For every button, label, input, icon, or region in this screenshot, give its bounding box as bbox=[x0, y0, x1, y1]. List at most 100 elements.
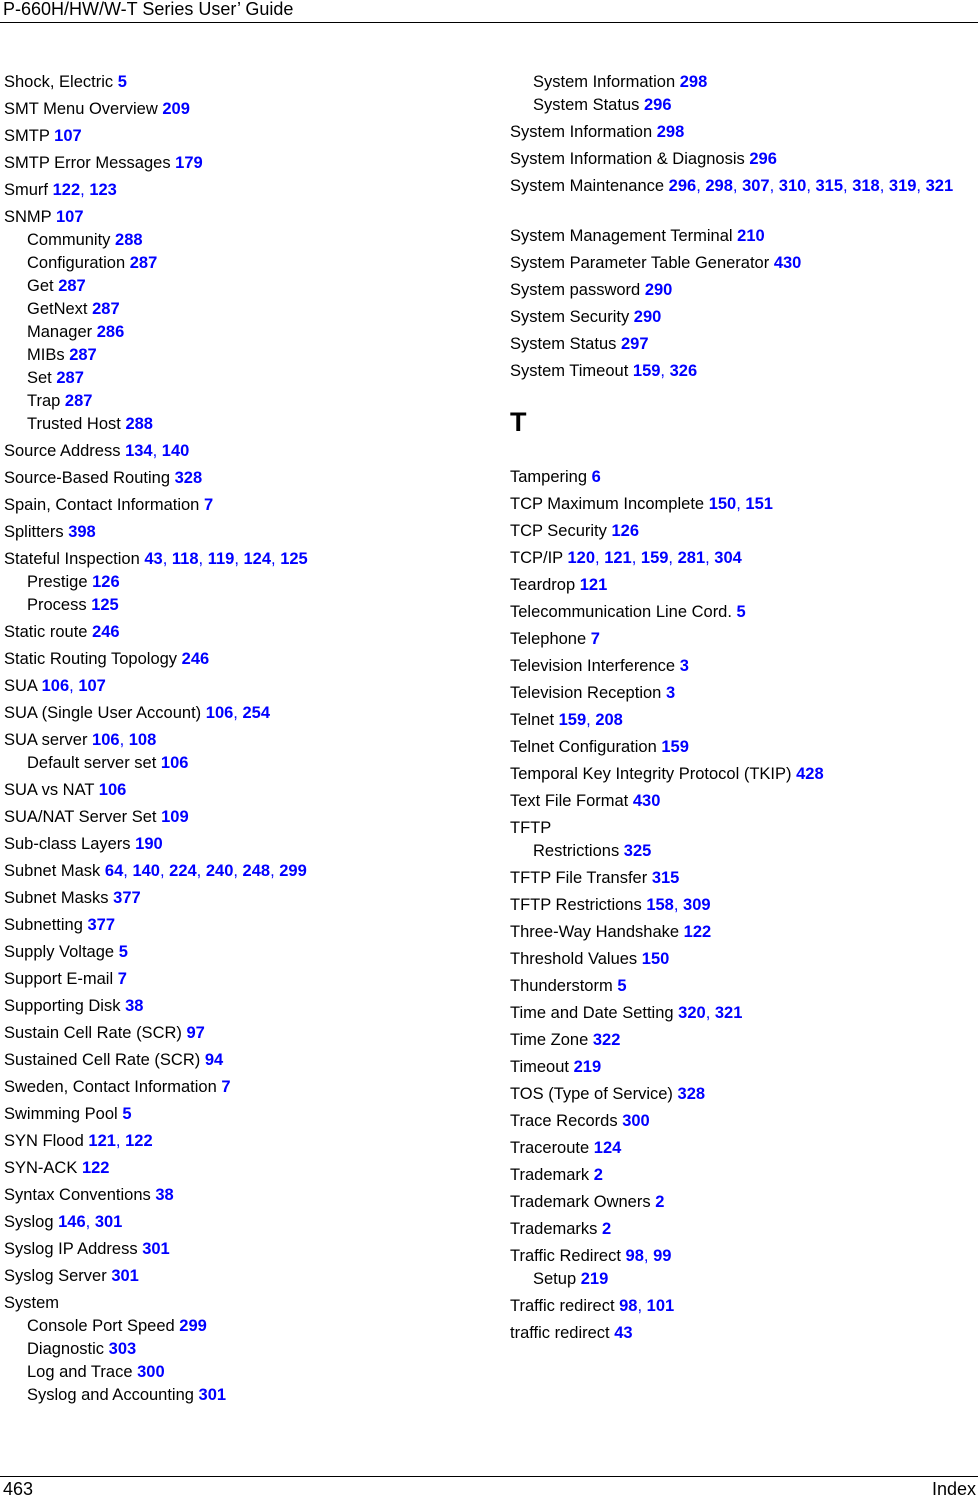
page-link[interactable]: 248 bbox=[243, 862, 271, 880]
page-link[interactable]: 159 bbox=[559, 711, 587, 729]
page-link[interactable]: 101 bbox=[647, 1297, 675, 1315]
page-link[interactable]: 281 bbox=[678, 549, 706, 567]
page-link[interactable]: 5 bbox=[737, 603, 746, 621]
page-link[interactable]: 106 bbox=[161, 754, 189, 772]
page-link[interactable]: 118 bbox=[172, 550, 199, 568]
page-link[interactable]: 179 bbox=[175, 154, 203, 172]
page-link[interactable]: 2 bbox=[594, 1166, 603, 1184]
page-link[interactable]: 122 bbox=[53, 181, 81, 199]
page-link[interactable]: 140 bbox=[132, 862, 160, 880]
page-link[interactable]: 121 bbox=[604, 549, 632, 567]
page-link[interactable]: 124 bbox=[594, 1139, 622, 1157]
page-link[interactable]: 150 bbox=[642, 950, 670, 968]
page-link[interactable]: 320 bbox=[678, 1004, 706, 1022]
page-link[interactable]: 298 bbox=[680, 73, 708, 91]
page-link[interactable]: 2 bbox=[655, 1193, 664, 1211]
page-link[interactable]: 321 bbox=[926, 177, 954, 195]
page-link[interactable]: 108 bbox=[129, 731, 157, 749]
page-link[interactable]: 159 bbox=[661, 738, 689, 756]
page-link[interactable]: 290 bbox=[634, 308, 662, 326]
page-link[interactable]: 303 bbox=[109, 1340, 137, 1358]
page-link[interactable]: 299 bbox=[279, 862, 307, 880]
page-link[interactable]: 99 bbox=[653, 1247, 671, 1265]
page-link[interactable]: 254 bbox=[242, 704, 270, 722]
page-link[interactable]: 119 bbox=[208, 550, 235, 568]
page-link[interactable]: 246 bbox=[92, 623, 120, 641]
page-link[interactable]: 159 bbox=[641, 549, 669, 567]
page-link[interactable]: 328 bbox=[678, 1085, 706, 1103]
page-link[interactable]: 301 bbox=[199, 1386, 227, 1404]
page-link[interactable]: 300 bbox=[622, 1112, 650, 1130]
page-link[interactable]: 5 bbox=[122, 1105, 131, 1123]
page-link[interactable]: 296 bbox=[644, 96, 672, 114]
page-link[interactable]: 122 bbox=[684, 923, 712, 941]
page-link[interactable]: 430 bbox=[774, 254, 802, 272]
page-link[interactable]: 328 bbox=[175, 469, 203, 487]
page-link[interactable]: 315 bbox=[815, 177, 843, 195]
page-link[interactable]: 287 bbox=[69, 346, 97, 364]
page-link[interactable]: 125 bbox=[280, 550, 308, 568]
page-link[interactable]: 240 bbox=[206, 862, 234, 880]
page-link[interactable]: 38 bbox=[155, 1186, 173, 1204]
page-link[interactable]: 134 bbox=[125, 442, 153, 460]
page-link[interactable]: 287 bbox=[92, 300, 120, 318]
page-link[interactable]: 3 bbox=[680, 657, 689, 675]
page-link[interactable]: 94 bbox=[205, 1051, 223, 1069]
page-link[interactable]: 107 bbox=[54, 127, 82, 145]
page-link[interactable]: 38 bbox=[125, 997, 143, 1015]
page-link[interactable]: 287 bbox=[58, 277, 86, 295]
page-link[interactable]: 301 bbox=[142, 1240, 170, 1258]
page-link[interactable]: 288 bbox=[115, 231, 143, 249]
page-link[interactable]: 159 bbox=[633, 362, 661, 380]
page-link[interactable]: 377 bbox=[113, 889, 141, 907]
page-link[interactable]: 107 bbox=[78, 677, 106, 695]
page-link[interactable]: 7 bbox=[591, 630, 600, 648]
page-link[interactable]: 299 bbox=[179, 1317, 207, 1335]
page-link[interactable]: 106 bbox=[206, 704, 234, 722]
page-link[interactable]: 120 bbox=[567, 549, 595, 567]
page-link[interactable]: 122 bbox=[82, 1159, 110, 1177]
page-link[interactable]: 298 bbox=[705, 177, 733, 195]
page-link[interactable]: 296 bbox=[669, 177, 697, 195]
page-link[interactable]: 109 bbox=[161, 808, 189, 826]
page-link[interactable]: 301 bbox=[111, 1267, 139, 1285]
page-link[interactable]: 107 bbox=[56, 208, 84, 226]
page-link[interactable]: 151 bbox=[745, 495, 773, 513]
page-link[interactable]: 325 bbox=[624, 842, 652, 860]
page-link[interactable]: 106 bbox=[42, 677, 70, 695]
page-link[interactable]: 310 bbox=[779, 177, 807, 195]
page-link[interactable]: 97 bbox=[186, 1024, 204, 1042]
page-link[interactable]: 326 bbox=[670, 362, 698, 380]
page-link[interactable]: 7 bbox=[204, 496, 213, 514]
page-link[interactable]: 64 bbox=[105, 862, 123, 880]
page-link[interactable]: 121 bbox=[88, 1132, 116, 1150]
page-link[interactable]: 321 bbox=[715, 1004, 743, 1022]
page-link[interactable]: 3 bbox=[666, 684, 675, 702]
page-link[interactable]: 208 bbox=[595, 711, 623, 729]
page-link[interactable]: 398 bbox=[68, 523, 96, 541]
page-link[interactable]: 190 bbox=[135, 835, 163, 853]
page-link[interactable]: 319 bbox=[889, 177, 917, 195]
page-link[interactable]: 301 bbox=[95, 1213, 123, 1231]
page-link[interactable]: 125 bbox=[91, 596, 119, 614]
page-link[interactable]: 298 bbox=[657, 123, 685, 141]
page-link[interactable]: 122 bbox=[125, 1132, 153, 1150]
page-link[interactable]: 304 bbox=[714, 549, 742, 567]
page-link[interactable]: 290 bbox=[645, 281, 673, 299]
page-link[interactable]: 219 bbox=[581, 1270, 609, 1288]
page-link[interactable]: 7 bbox=[118, 970, 127, 988]
page-link[interactable]: 224 bbox=[169, 862, 197, 880]
page-link[interactable]: 121 bbox=[580, 576, 608, 594]
page-link[interactable]: 288 bbox=[125, 415, 153, 433]
page-link[interactable]: 300 bbox=[137, 1363, 165, 1381]
page-link[interactable]: 126 bbox=[611, 522, 639, 540]
page-link[interactable]: 5 bbox=[617, 977, 626, 995]
page-link[interactable]: 307 bbox=[742, 177, 770, 195]
page-link[interactable]: 106 bbox=[99, 781, 127, 799]
page-link[interactable]: 287 bbox=[65, 392, 93, 410]
page-link[interactable]: 6 bbox=[592, 468, 601, 486]
page-link[interactable]: 296 bbox=[749, 150, 777, 168]
page-link[interactable]: 318 bbox=[852, 177, 880, 195]
page-link[interactable]: 377 bbox=[88, 916, 116, 934]
page-link[interactable]: 5 bbox=[119, 943, 128, 961]
